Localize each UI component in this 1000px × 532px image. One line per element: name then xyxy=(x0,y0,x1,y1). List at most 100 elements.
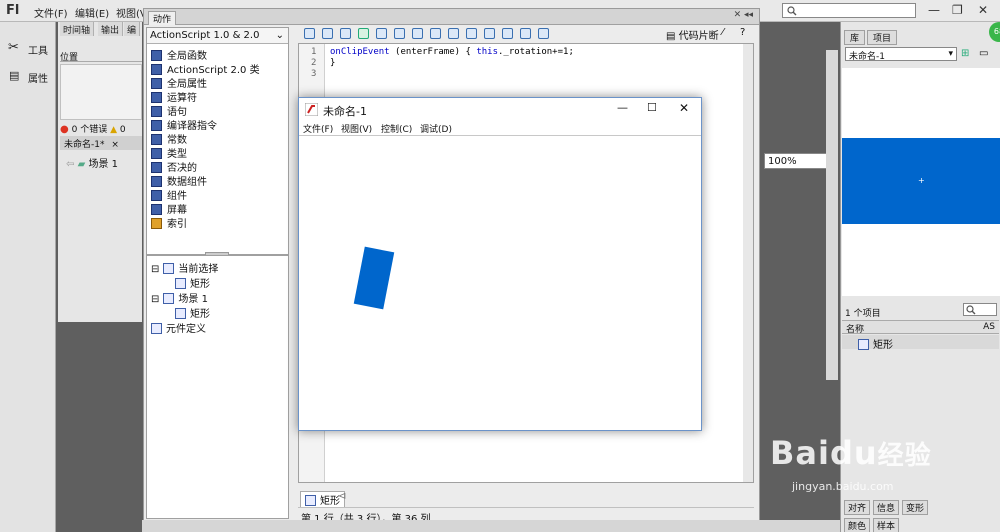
toolbox-item[interactable]: ActionScript 2.0 类 xyxy=(151,61,260,76)
editor-scrollbar[interactable] xyxy=(743,44,753,482)
uncomment-icon[interactable] xyxy=(520,28,531,39)
tab-timeline[interactable]: 时间轴 xyxy=(60,22,95,36)
preview-window: 未命名-1 — ☐ ✕ 文件(F) 视图(V) 控制(C) 调试(D) xyxy=(298,97,702,431)
collapse-toggle-icon[interactable]: ⊟ xyxy=(151,294,159,305)
toolbox-item[interactable]: 常数 xyxy=(151,131,187,146)
toolbox-item[interactable]: 全局属性 xyxy=(151,75,207,90)
line-comment-icon[interactable] xyxy=(502,28,513,39)
preview-menu-debug[interactable]: 调试(D) xyxy=(420,122,452,135)
flash-player-icon xyxy=(305,103,318,116)
check-syntax-icon[interactable] xyxy=(358,28,369,39)
snippet-icon: ▤ xyxy=(666,31,676,42)
tab-library[interactable]: 库 xyxy=(844,30,866,45)
maximize-icon[interactable]: ☐ xyxy=(647,101,657,114)
toolbox-item[interactable]: 编译器指令 xyxy=(151,117,217,132)
expand-icon[interactable] xyxy=(466,28,477,39)
stage-horizontal-scrollbar[interactable] xyxy=(142,520,840,532)
debug-icon[interactable] xyxy=(412,28,423,39)
tree-node-icon xyxy=(163,293,175,304)
code-line: } xyxy=(330,58,336,68)
version-select[interactable]: ActionScript 1.0 & 2.0 ⌄ xyxy=(147,28,288,44)
new-library-icon[interactable]: ▭ xyxy=(979,48,988,59)
tab-edit[interactable]: 编 xyxy=(124,22,141,36)
stage-vertical-scrollbar[interactable] xyxy=(826,50,838,380)
preview-menu-view[interactable]: 视图(V) xyxy=(341,122,372,135)
collapse-icon[interactable] xyxy=(430,28,441,39)
tab-transform[interactable]: 变形 xyxy=(902,500,929,515)
script-assist-icon[interactable] xyxy=(538,28,549,39)
tree-node[interactable]: 矩形 xyxy=(175,275,210,290)
tab-color[interactable]: 颜色 xyxy=(844,518,871,532)
menu-edit[interactable]: 编辑(E) xyxy=(75,5,109,20)
movieclip-icon xyxy=(858,339,869,350)
help-icon[interactable]: ? xyxy=(740,27,745,38)
close-icon[interactable]: ✕ xyxy=(679,101,689,115)
library-preview: + xyxy=(842,68,1000,296)
hint-icon[interactable] xyxy=(394,28,405,39)
comment-icon[interactable] xyxy=(484,28,495,39)
panel-menu-icon[interactable]: ✕ ◂◂ xyxy=(734,10,753,20)
chevron-down-icon: ▾ xyxy=(948,49,953,59)
target-icon[interactable] xyxy=(340,28,351,39)
tab-output[interactable]: 输出 xyxy=(98,22,124,36)
tools-button[interactable]: ✂ 工具 xyxy=(0,38,56,60)
search-icon xyxy=(787,6,797,16)
tree-node[interactable]: ⊟ 场景 1 xyxy=(151,290,208,305)
preview-stage xyxy=(299,136,701,430)
close-tab-icon[interactable]: × xyxy=(111,140,119,150)
close-icon[interactable]: ✕ xyxy=(978,3,988,17)
collapse-toggle-icon[interactable]: ⊟ xyxy=(151,264,159,275)
toolbox-item[interactable]: 组件 xyxy=(151,187,187,202)
toolbox-item[interactable]: 类型 xyxy=(151,145,187,160)
menu-file[interactable]: 文件(F) xyxy=(34,5,68,20)
pin-icon[interactable]: ⊲ xyxy=(338,491,346,502)
library-column-header[interactable]: 名称 AS xyxy=(842,320,999,335)
tree-node[interactable]: ⊟ 当前选择 xyxy=(151,260,218,275)
code-snippets-button[interactable]: ▤ 代码片断 xyxy=(666,27,719,42)
properties-button[interactable]: ▤ 属性 xyxy=(0,66,56,88)
tab-align[interactable]: 对齐 xyxy=(844,500,871,515)
minimize-icon[interactable]: — xyxy=(928,3,940,17)
back-arrow-icon[interactable]: ⇦ xyxy=(66,159,74,170)
wrench-icon: ✂ xyxy=(8,40,19,55)
preview-menu-file[interactable]: 文件(F) xyxy=(303,122,333,135)
library-search-input[interactable] xyxy=(963,303,997,316)
toolbox-item[interactable]: 索引 xyxy=(151,215,187,230)
toolbox-item[interactable]: 数据组件 xyxy=(151,173,207,188)
pin-library-icon[interactable]: ⊞ xyxy=(961,48,969,59)
rotating-rectangle xyxy=(353,246,395,310)
timeline-area[interactable] xyxy=(60,64,142,120)
add-item-icon[interactable] xyxy=(304,28,315,39)
tab-info[interactable]: 信息 xyxy=(873,500,900,515)
tab-swatches[interactable]: 样本 xyxy=(873,518,900,532)
tab-actions[interactable]: 动作 xyxy=(148,11,177,25)
tree-node[interactable]: 矩形 xyxy=(175,305,210,320)
library-item[interactable]: 矩形 xyxy=(842,335,999,351)
toolbox-item[interactable]: 运算符 xyxy=(151,89,197,104)
scene-breadcrumb[interactable]: ⇦ ▰ 场景 1 xyxy=(60,154,142,170)
timeline-panel: 时间轴 输出 编 位置 ● 0 个错误 ▲ 0 未命名-1* × ⇦ ▰ 场景 … xyxy=(58,22,142,322)
tab-project[interactable]: 项目 xyxy=(867,30,898,45)
toolbox-item[interactable]: 语句 xyxy=(151,103,187,118)
document-select[interactable]: 未命名-1 ▾ xyxy=(845,47,957,62)
preview-titlebar: 未命名-1 — ☐ ✕ xyxy=(299,98,701,122)
find-icon[interactable] xyxy=(322,28,333,39)
minimize-icon[interactable]: — xyxy=(617,101,628,114)
format-icon[interactable] xyxy=(376,28,387,39)
collapse-selection-icon[interactable] xyxy=(448,28,459,39)
book-icon xyxy=(151,162,162,173)
toolbox-item[interactable]: 否决的 xyxy=(151,159,197,174)
tree-node-label: 元件定义 xyxy=(166,324,206,335)
scene-label: 场景 1 xyxy=(88,159,119,170)
document-tab-label: 未命名-1* xyxy=(64,140,105,150)
search-input[interactable] xyxy=(782,3,916,18)
toolbox-item[interactable]: 全局函数 xyxy=(151,47,207,62)
maximize-icon[interactable]: ❐ xyxy=(952,3,963,17)
script-tabs: 矩形 ⊲ xyxy=(298,491,754,508)
preview-menu-control[interactable]: 控制(C) xyxy=(381,122,412,135)
toolbox-item[interactable]: 屏幕 xyxy=(151,201,187,216)
wand-icon[interactable]: ⁄ xyxy=(722,27,724,38)
warning-count: 0 xyxy=(119,125,126,135)
document-tab[interactable]: 未命名-1* × xyxy=(60,136,142,150)
tree-node[interactable]: 元件定义 xyxy=(151,320,206,335)
